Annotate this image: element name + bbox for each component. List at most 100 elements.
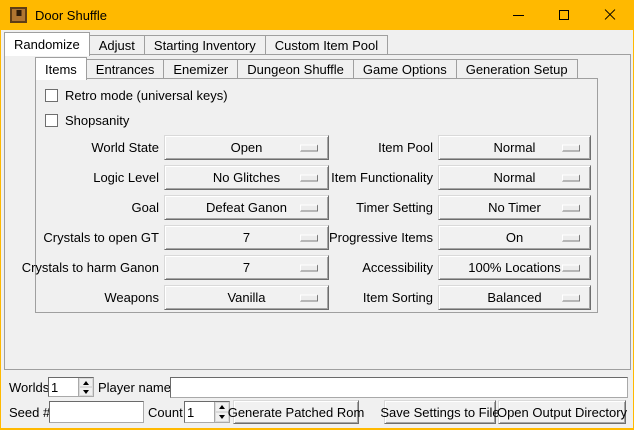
worlds-spin-controls: [78, 378, 93, 396]
app-icon: [10, 7, 27, 23]
tab-generation-setup[interactable]: Generation Setup: [456, 59, 578, 79]
option-row: Crystals to open GT 7 Progressive Items …: [1, 225, 634, 250]
progressive-items-label: Progressive Items: [311, 225, 433, 250]
retro-mode-row: Retro mode (universal keys): [45, 87, 228, 103]
spin-down-icon: [219, 415, 225, 419]
worlds-spinbox[interactable]: [48, 377, 94, 397]
dropdown-indicator-icon: [562, 204, 580, 211]
worlds-input[interactable]: [49, 378, 78, 396]
open-output-directory-button[interactable]: Open Output Directory: [498, 400, 626, 424]
tab-label: Generation Setup: [466, 62, 568, 77]
tab-items[interactable]: Items: [35, 57, 87, 80]
dropdown-value: Balanced: [487, 290, 541, 305]
item-pool-label: Item Pool: [311, 135, 433, 160]
player-names-input[interactable]: [170, 377, 628, 398]
item-functionality-label: Item Functionality: [311, 165, 433, 190]
item-sorting-dropdown[interactable]: Balanced: [438, 285, 591, 310]
minimize-icon: [513, 15, 524, 16]
tab-adjust[interactable]: Adjust: [89, 35, 145, 55]
tab-label: Dungeon Shuffle: [247, 62, 344, 77]
weapons-label: Weapons: [11, 285, 159, 310]
accessibility-dropdown[interactable]: 100% Locations: [438, 255, 591, 280]
tab-game-options[interactable]: Game Options: [353, 59, 457, 79]
tab-label: Game Options: [363, 62, 447, 77]
spin-down-button[interactable]: [79, 387, 93, 396]
option-row: Logic Level No Glitches Item Functionali…: [1, 165, 634, 190]
save-settings-button[interactable]: Save Settings to File: [384, 400, 496, 424]
dropdown-value: Normal: [494, 140, 536, 155]
count-input[interactable]: [185, 402, 214, 422]
tab-label: Starting Inventory: [154, 38, 256, 53]
generate-patched-rom-button[interactable]: Generate Patched Rom: [233, 400, 359, 424]
crystals-open-gt-label: Crystals to open GT: [11, 225, 159, 250]
timer-setting-dropdown[interactable]: No Timer: [438, 195, 591, 220]
crystals-harm-ganon-dropdown[interactable]: 7: [164, 255, 329, 280]
progressive-items-dropdown[interactable]: On: [438, 225, 591, 250]
tab-label: Entrances: [96, 62, 155, 77]
spin-up-icon: [219, 405, 225, 409]
goal-dropdown[interactable]: Defeat Ganon: [164, 195, 329, 220]
maximize-button[interactable]: [541, 0, 587, 30]
window-controls: [495, 0, 633, 30]
logic-level-dropdown[interactable]: No Glitches: [164, 165, 329, 190]
shopsanity-row: Shopsanity: [45, 112, 129, 128]
tab-starting-inventory[interactable]: Starting Inventory: [144, 35, 266, 55]
tab-label: Items: [45, 62, 77, 77]
dropdown-indicator-icon: [562, 144, 580, 151]
close-button[interactable]: [587, 0, 633, 30]
app-window: Door Shuffle Randomize Adjust Starting I…: [0, 0, 634, 430]
dropdown-value: Open: [231, 140, 263, 155]
crystals-open-gt-dropdown[interactable]: 7: [164, 225, 329, 250]
goal-label: Goal: [11, 195, 159, 220]
weapons-dropdown[interactable]: Vanilla: [164, 285, 329, 310]
dropdown-value: 100% Locations: [468, 260, 561, 275]
maximize-icon: [559, 10, 569, 20]
dropdown-value: No Glitches: [213, 170, 280, 185]
tab-custom-item-pool[interactable]: Custom Item Pool: [265, 35, 388, 55]
item-pool-dropdown[interactable]: Normal: [438, 135, 591, 160]
timer-setting-label: Timer Setting: [311, 195, 433, 220]
count-label: Count: [148, 405, 183, 420]
seed-input[interactable]: [49, 401, 144, 423]
option-row: Weapons Vanilla Item Sorting Balanced: [1, 285, 634, 310]
tab-randomize[interactable]: Randomize: [4, 32, 90, 56]
tab-label: Custom Item Pool: [275, 38, 378, 53]
close-icon: [604, 9, 616, 21]
crystals-harm-ganon-label: Crystals to harm Ganon: [11, 255, 159, 280]
seed-label: Seed #: [9, 405, 50, 420]
player-names-label: Player names: [98, 380, 177, 395]
dropdown-value: 7: [243, 230, 250, 245]
dropdown-value: On: [506, 230, 523, 245]
item-sorting-label: Item Sorting: [311, 285, 433, 310]
option-row: Goal Defeat Ganon Timer Setting No Timer: [1, 195, 634, 220]
item-functionality-dropdown[interactable]: Normal: [438, 165, 591, 190]
retro-mode-checkbox[interactable]: [45, 89, 58, 102]
tab-dungeon-shuffle[interactable]: Dungeon Shuffle: [237, 59, 354, 79]
retro-mode-label: Retro mode (universal keys): [65, 88, 228, 103]
spin-up-button[interactable]: [79, 378, 93, 387]
dropdown-value: Normal: [494, 170, 536, 185]
tab-enemizer[interactable]: Enemizer: [163, 59, 238, 79]
world-state-dropdown[interactable]: Open: [164, 135, 329, 160]
dropdown-indicator-icon: [562, 294, 580, 301]
dropdown-indicator-icon: [562, 174, 580, 181]
dropdown-value: No Timer: [488, 200, 541, 215]
tab-label: Enemizer: [173, 62, 228, 77]
shopsanity-checkbox[interactable]: [45, 114, 58, 127]
worlds-label: Worlds: [9, 380, 49, 395]
window-title: Door Shuffle: [35, 8, 107, 23]
tab-entrances[interactable]: Entrances: [86, 59, 165, 79]
shopsanity-label: Shopsanity: [65, 113, 129, 128]
accessibility-label: Accessibility: [311, 255, 433, 280]
minimize-button[interactable]: [495, 0, 541, 30]
logic-level-label: Logic Level: [11, 165, 159, 190]
count-spinbox[interactable]: [184, 401, 230, 423]
option-row: World State Open Item Pool Normal: [1, 135, 634, 160]
world-state-label: World State: [11, 135, 159, 160]
dropdown-value: Vanilla: [227, 290, 265, 305]
tab-label: Randomize: [14, 37, 80, 52]
dropdown-value: 7: [243, 260, 250, 275]
dropdown-indicator-icon: [562, 234, 580, 241]
spin-down-icon: [83, 390, 89, 394]
sub-tab-bar: Items Entrances Enemizer Dungeon Shuffle…: [35, 56, 577, 79]
